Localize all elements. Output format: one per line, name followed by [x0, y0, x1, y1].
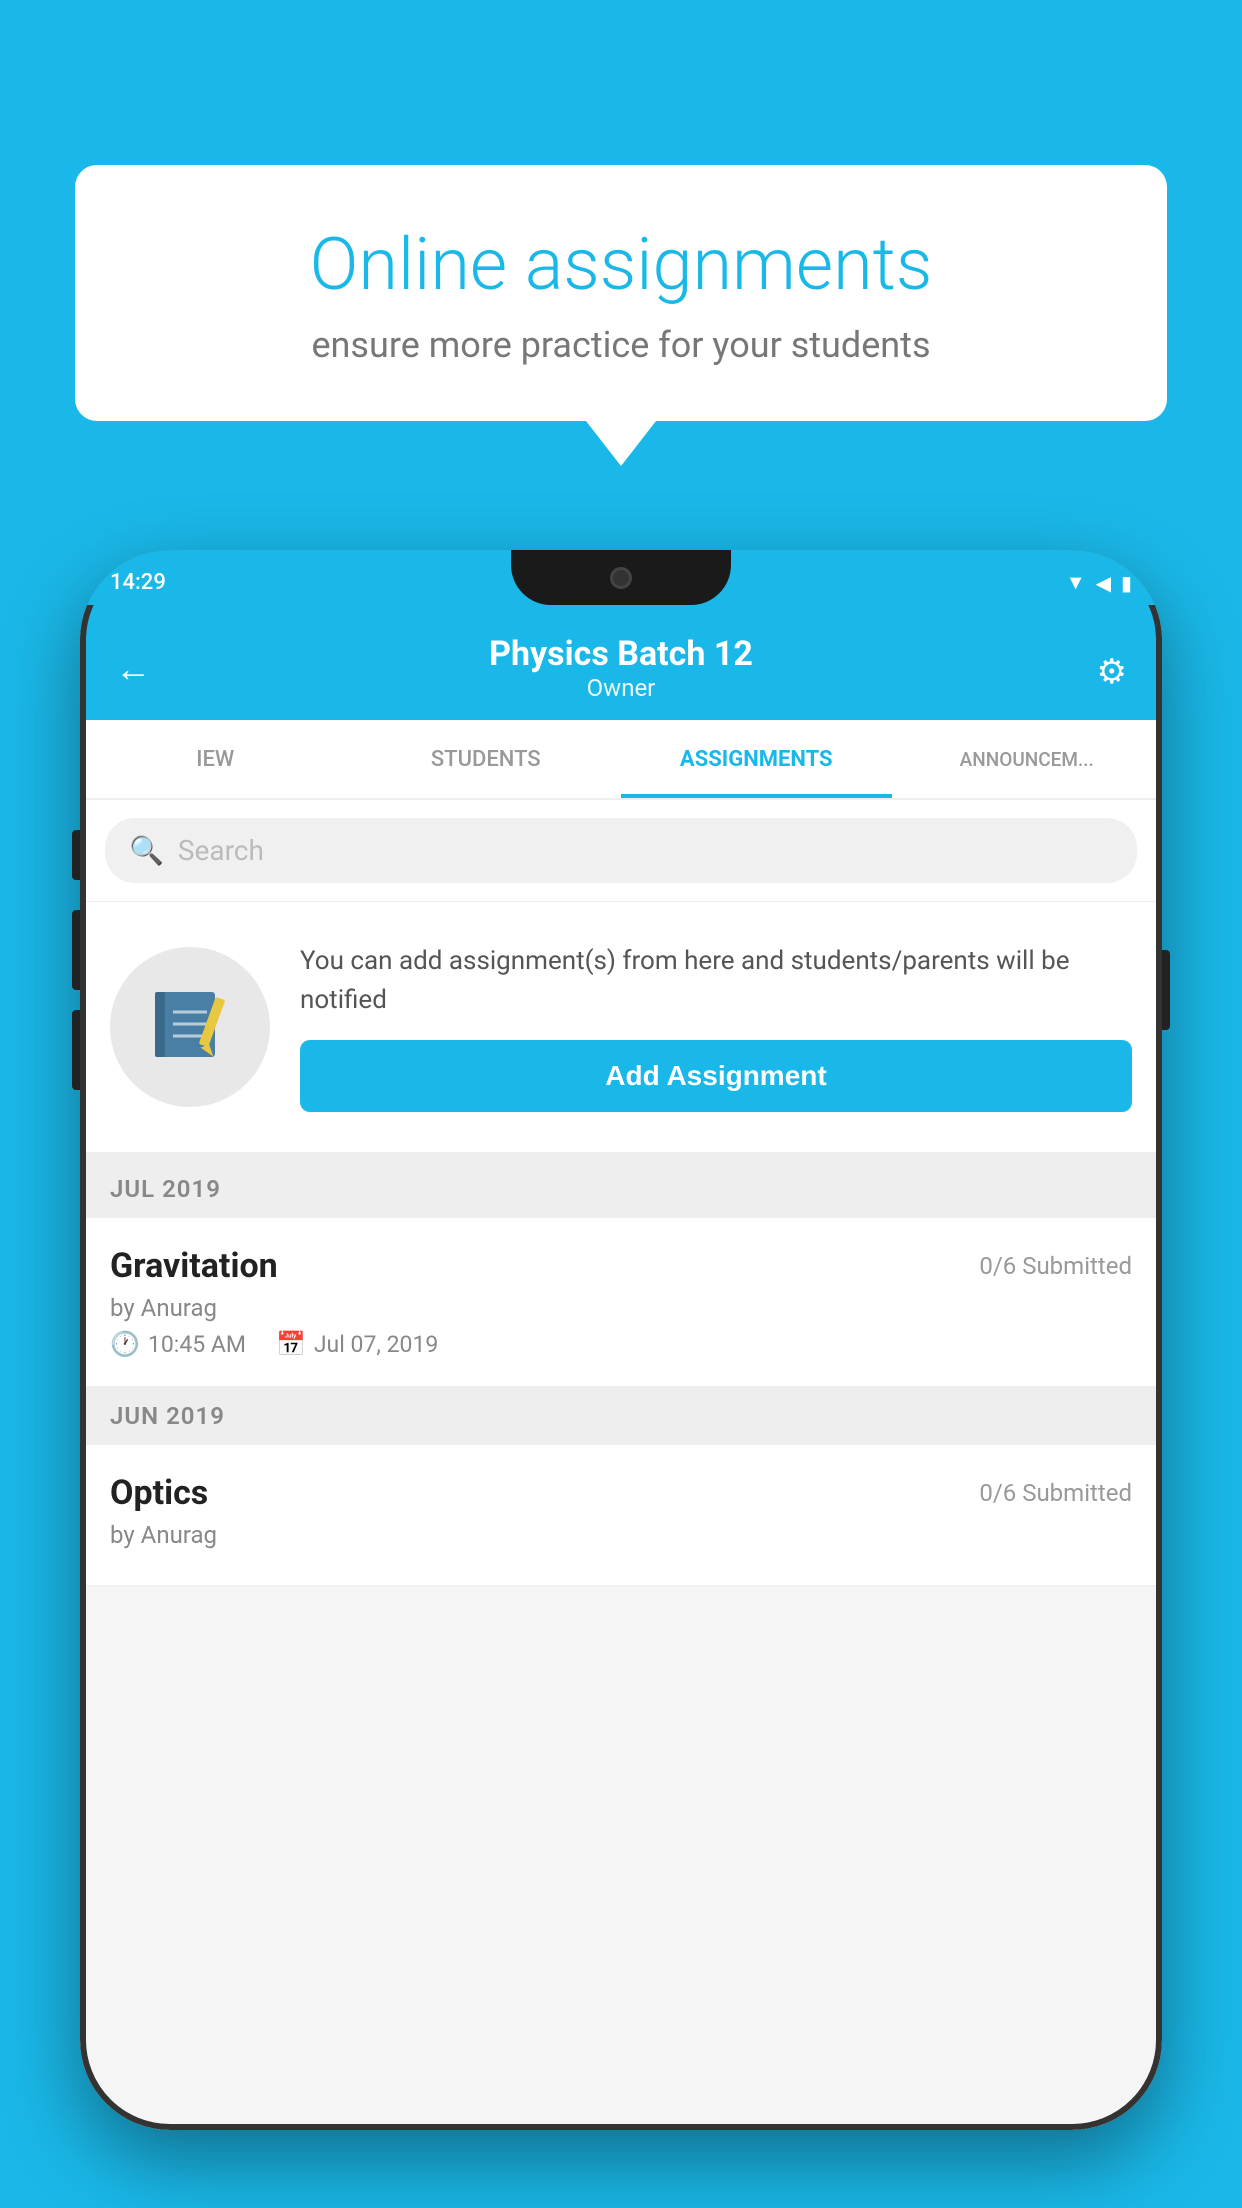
volume-down-button — [72, 1010, 80, 1090]
assignment-top-row: Gravitation 0/6 Submitted — [110, 1246, 1132, 1286]
page-subtitle: Owner — [110, 674, 1132, 702]
battery-icon: ▮ — [1121, 571, 1132, 595]
back-button[interactable]: ← — [115, 648, 151, 690]
search-input[interactable]: Search — [178, 834, 264, 867]
tabs-bar: IEW STUDENTS ASSIGNMENTS ANNOUNCEM... — [80, 720, 1162, 800]
assignment-name: Gravitation — [110, 1246, 278, 1286]
status-icons: ▼ ◀ ▮ — [1066, 570, 1132, 595]
wifi-icon: ▼ — [1066, 570, 1086, 595]
section-header-jun2019: JUN 2019 — [80, 1387, 1162, 1445]
assignment-time: 🕐 10:45 AM — [110, 1330, 246, 1358]
assignment-meta: 🕐 10:45 AM 📅 Jul 07, 2019 — [110, 1330, 1132, 1358]
assignment-top-row-optics: Optics 0/6 Submitted — [110, 1473, 1132, 1513]
search-bar-wrapper: 🔍 Search — [80, 800, 1162, 902]
mute-button — [72, 830, 80, 880]
speech-bubble-tail — [586, 421, 656, 466]
phone-notch — [511, 550, 731, 605]
assignment-item-optics[interactable]: Optics 0/6 Submitted by Anurag — [80, 1445, 1162, 1586]
optics-submitted: 0/6 Submitted — [979, 1479, 1132, 1507]
assignment-submitted: 0/6 Submitted — [979, 1252, 1132, 1280]
add-assignment-button[interactable]: Add Assignment — [300, 1040, 1132, 1112]
tab-assignments[interactable]: ASSIGNMENTS — [621, 720, 892, 798]
front-camera — [610, 567, 632, 589]
phone-wrapper: 14:29 ▼ ◀ ▮ ← Physics Batch 12 Owner ⚙ — [80, 550, 1162, 2208]
assignment-by: by Anurag — [110, 1294, 1132, 1322]
tab-students[interactable]: STUDENTS — [351, 720, 622, 798]
promo-description: You can add assignment(s) from here and … — [300, 942, 1132, 1020]
tab-announcements[interactable]: ANNOUNCEM... — [892, 720, 1163, 798]
top-bar-title-block: Physics Batch 12 Owner — [110, 634, 1132, 702]
promo-right: You can add assignment(s) from here and … — [300, 942, 1132, 1112]
volume-up-button — [72, 910, 80, 990]
calendar-icon: 📅 — [276, 1330, 306, 1358]
settings-button[interactable]: ⚙ — [1097, 652, 1127, 692]
search-bar[interactable]: 🔍 Search — [105, 818, 1137, 883]
speech-bubble-title: Online assignments — [145, 225, 1097, 304]
signal-icon: ◀ — [1096, 571, 1111, 595]
optics-name: Optics — [110, 1473, 208, 1513]
section-header-jul2019: JUL 2019 — [80, 1160, 1162, 1218]
notebook-icon-circle — [110, 947, 270, 1107]
speech-bubble-container: Online assignments ensure more practice … — [75, 165, 1167, 466]
assignment-item-gravitation[interactable]: Gravitation 0/6 Submitted by Anurag 🕐 10… — [80, 1218, 1162, 1387]
add-assignment-promo: You can add assignment(s) from here and … — [80, 902, 1162, 1160]
tab-overview[interactable]: IEW — [80, 720, 351, 798]
assignment-date: 📅 Jul 07, 2019 — [276, 1330, 438, 1358]
speech-bubble-subtitle: ensure more practice for your students — [145, 324, 1097, 366]
notebook-icon — [145, 982, 235, 1072]
status-time: 14:29 — [110, 570, 166, 595]
page-title: Physics Batch 12 — [110, 634, 1132, 674]
power-button — [1162, 950, 1170, 1030]
app-content: 14:29 ▼ ◀ ▮ ← Physics Batch 12 Owner ⚙ — [80, 550, 1162, 2130]
optics-by: by Anurag — [110, 1521, 1132, 1549]
clock-icon: 🕐 — [110, 1330, 140, 1358]
phone-frame: 14:29 ▼ ◀ ▮ ← Physics Batch 12 Owner ⚙ — [80, 550, 1162, 2130]
speech-bubble: Online assignments ensure more practice … — [75, 165, 1167, 421]
search-icon: 🔍 — [129, 834, 164, 867]
